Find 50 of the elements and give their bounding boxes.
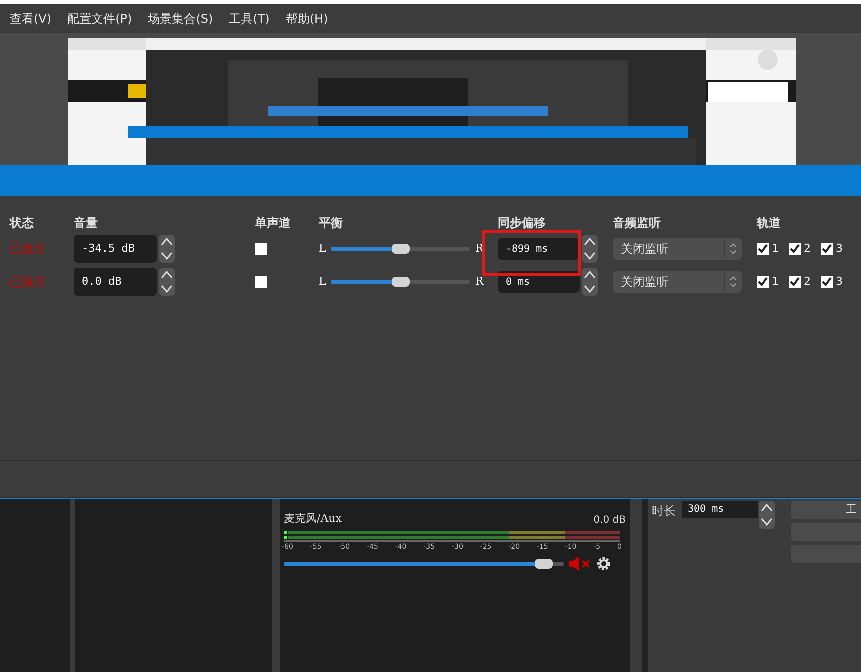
- volume-slider[interactable]: [284, 558, 564, 570]
- spin-buttons[interactable]: [582, 268, 598, 296]
- checkbox[interactable]: [757, 243, 769, 255]
- column-header: 音量: [74, 215, 99, 232]
- duration-label: 时长: [652, 503, 676, 520]
- track-label: 1: [772, 274, 779, 290]
- track-label: 1: [772, 240, 779, 257]
- menu-item[interactable]: 配置文件(P): [68, 10, 132, 28]
- monitoring-dropdown[interactable]: 关闭监听: [613, 271, 742, 293]
- column-header: 音频监听: [613, 215, 662, 232]
- checkbox[interactable]: [789, 243, 801, 255]
- monitoring-dropdown[interactable]: 关闭监听: [613, 238, 742, 260]
- mixer-source-name: 麦克风/Aux: [284, 511, 342, 527]
- balance-right-label: R: [475, 274, 484, 290]
- transition-button[interactable]: 工: [791, 501, 861, 519]
- status-label: 已激活: [10, 274, 47, 291]
- track-label: 3: [836, 274, 843, 290]
- balance-left-label: L: [319, 274, 326, 290]
- sync-offset-field[interactable]: -899 ms: [498, 238, 580, 260]
- duration-field[interactable]: 300 ms: [682, 501, 758, 518]
- balance-left-label: L: [319, 240, 326, 257]
- column-header: 单声道: [255, 215, 292, 232]
- column-header: 状态: [10, 215, 35, 232]
- mixer-reading: 0.0 dB: [594, 514, 626, 528]
- checkbox[interactable]: [757, 276, 769, 288]
- track-label: 2: [804, 240, 811, 257]
- checkbox[interactable]: [821, 276, 833, 288]
- track-label: 2: [804, 274, 811, 290]
- status-label: 已激活: [10, 241, 47, 258]
- spin-buttons[interactable]: [759, 501, 775, 529]
- menu-item[interactable]: 帮助(H): [286, 10, 328, 28]
- checkbox[interactable]: [789, 276, 801, 288]
- checkbox[interactable]: [821, 243, 833, 255]
- balance-slider[interactable]: [331, 243, 470, 255]
- checkbox[interactable]: [255, 243, 267, 255]
- volume-field[interactable]: 0.0 dB: [74, 268, 157, 296]
- column-header: 平衡: [319, 215, 344, 232]
- menu-item[interactable]: 工具(T): [229, 10, 270, 28]
- settings-icon[interactable]: [596, 556, 612, 572]
- column-header: 轨道: [757, 215, 782, 232]
- spin-buttons[interactable]: [582, 235, 598, 263]
- track-label: 3: [836, 240, 843, 257]
- menu-item[interactable]: 查看(V): [10, 10, 52, 28]
- balance-slider[interactable]: [331, 276, 470, 288]
- checkbox[interactable]: [255, 276, 267, 288]
- column-header: 同步偏移: [498, 215, 547, 232]
- spin-buttons[interactable]: [159, 268, 175, 296]
- menu-item[interactable]: 场景集合(S): [148, 10, 214, 28]
- volume-field[interactable]: -34.5 dB: [74, 235, 157, 263]
- spin-buttons[interactable]: [159, 235, 175, 263]
